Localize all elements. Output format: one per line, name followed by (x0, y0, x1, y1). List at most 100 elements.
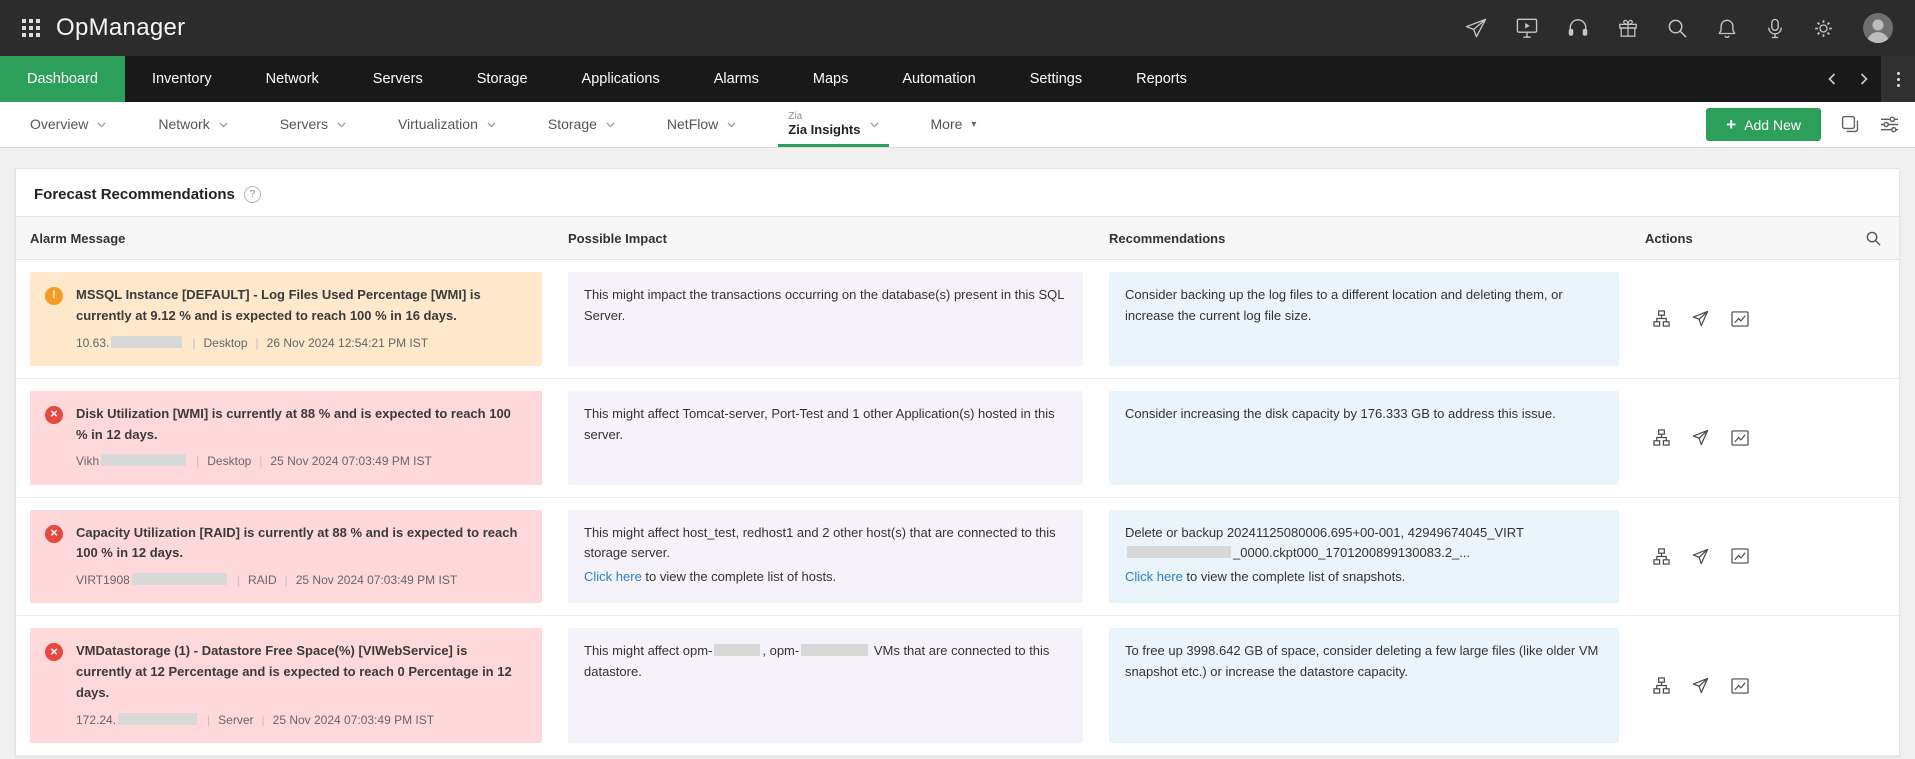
nav-item-automation[interactable]: Automation (875, 56, 1002, 102)
alarm-cell: × Disk Utilization [WMI] is currently at… (30, 391, 542, 485)
support-icon[interactable] (1567, 18, 1589, 38)
click-here-link[interactable]: Click here (584, 569, 642, 584)
nav-item-applications[interactable]: Applications (555, 56, 687, 102)
nav-item-network[interactable]: Network (239, 56, 346, 102)
alarm-meta: 172.24.|Server|25 Nov 2024 07:03:49 PM I… (76, 711, 526, 730)
nav-item-dashboard[interactable]: Dashboard (0, 56, 125, 102)
forecast-recommendations-card: Forecast Recommendations ? Alarm Message… (15, 168, 1900, 757)
subnav-item-zia-insights[interactable]: ZiaZia Insights (762, 102, 904, 147)
nav-item-reports[interactable]: Reports (1109, 56, 1214, 102)
subnav-item-storage[interactable]: Storage (522, 102, 641, 147)
click-here-link[interactable]: Click here (1125, 569, 1183, 584)
subnav-item-overview[interactable]: Overview (4, 102, 132, 147)
add-new-button[interactable]: + Add New (1706, 108, 1821, 141)
alarm-message: Capacity Utilization [RAID] is currently… (76, 523, 526, 565)
subnav-item-label: Zia Insights (788, 123, 860, 138)
topbar: OpManager (0, 0, 1915, 56)
redacted-text (101, 454, 186, 466)
recommendation-cell: Consider increasing the disk capacity by… (1109, 391, 1619, 485)
redacted-text (1127, 546, 1231, 558)
forecast-graph-icon[interactable] (1731, 430, 1749, 446)
workflow-icon[interactable] (1653, 677, 1670, 694)
subnav-item-label: Servers (280, 116, 328, 132)
subnav-item-label: NetFlow (667, 116, 718, 132)
meta-separator: | (192, 336, 195, 350)
subnav-item-servers[interactable]: Servers (254, 102, 372, 147)
subnav-item-more[interactable]: More▾ (905, 102, 1003, 147)
nav-item-maps[interactable]: Maps (786, 56, 875, 102)
forecast-graph-icon[interactable] (1731, 678, 1749, 694)
workflow-icon[interactable] (1653, 548, 1670, 565)
dashboard-settings-icon[interactable] (1880, 116, 1899, 133)
main-nav-items: DashboardInventoryNetworkServersStorageA… (0, 56, 1214, 102)
column-header-alarm-message: Alarm Message (30, 231, 542, 246)
workflow-icon[interactable] (1653, 310, 1670, 327)
redacted-text (801, 644, 868, 656)
column-header-actions: Actions (1645, 231, 1693, 246)
topbar-icons (1465, 13, 1893, 43)
impact-cell: This might affect opm-, opm- VMs that ar… (568, 628, 1083, 743)
alarm-cell: × VMDatastorage (1) - Datastore Free Spa… (30, 628, 542, 743)
meta-separator: | (196, 454, 199, 468)
training-icon[interactable] (1516, 18, 1538, 39)
table-header: Alarm Message Possible Impact Recommenda… (16, 216, 1899, 260)
chevron-down-icon (487, 122, 496, 128)
alarm-cell: ! MSSQL Instance [DEFAULT] - Log Files U… (30, 272, 542, 366)
nav-item-servers[interactable]: Servers (346, 56, 450, 102)
row-actions (1645, 391, 1885, 485)
search-icon[interactable] (1667, 18, 1688, 39)
workflow-icon[interactable] (1653, 429, 1670, 446)
nav-scroll-left-icon[interactable] (1821, 56, 1843, 102)
subnav-item-label: Overview (30, 116, 88, 132)
chevron-down-icon (606, 122, 615, 128)
severity-icon: ! (45, 287, 63, 305)
row-actions (1645, 272, 1885, 366)
app-title: OpManager (56, 14, 185, 42)
meta-separator: | (237, 573, 240, 587)
feedback-icon[interactable] (1766, 18, 1784, 39)
main-nav-controls (1821, 56, 1881, 102)
table-body: ! MSSQL Instance [DEFAULT] - Log Files U… (16, 260, 1899, 756)
column-header-possible-impact: Possible Impact (568, 231, 1083, 246)
copy-dashboard-icon[interactable] (1841, 115, 1860, 134)
settings-icon[interactable] (1813, 18, 1834, 39)
help-icon[interactable]: ? (244, 186, 261, 203)
notify-icon[interactable] (1692, 429, 1709, 446)
nav-item-alarms[interactable]: Alarms (687, 56, 786, 102)
recommendation-cell: Delete or backup 20241125080006.695+00-0… (1109, 510, 1619, 604)
user-avatar[interactable] (1863, 13, 1893, 43)
row-actions (1645, 510, 1885, 604)
subnav-item-netflow[interactable]: NetFlow (641, 102, 762, 147)
forecast-graph-icon[interactable] (1731, 548, 1749, 564)
alarm-meta: VIRT1908|RAID|25 Nov 2024 07:03:49 PM IS… (76, 571, 526, 590)
column-header-recommendations: Recommendations (1109, 231, 1619, 246)
card-header: Forecast Recommendations ? (16, 169, 1899, 216)
nav-scroll-right-icon[interactable] (1853, 56, 1875, 102)
notify-icon[interactable] (1692, 677, 1709, 694)
notify-icon[interactable] (1692, 548, 1709, 565)
nav-overflow-menu-icon[interactable] (1881, 56, 1915, 102)
getting-started-icon[interactable] (1465, 18, 1487, 38)
chevron-down-icon (219, 122, 228, 128)
notify-icon[interactable] (1692, 310, 1709, 327)
chevron-down-icon (97, 122, 106, 128)
subnav-item-virtualization[interactable]: Virtualization (372, 102, 522, 147)
forecast-graph-icon[interactable] (1731, 311, 1749, 327)
redacted-text (111, 336, 182, 348)
notifications-icon[interactable] (1717, 18, 1737, 39)
nav-item-settings[interactable]: Settings (1003, 56, 1109, 102)
alarm-meta: Vikh|Desktop|25 Nov 2024 07:03:49 PM IST (76, 452, 526, 471)
alarm-message: VMDatastorage (1) - Datastore Free Space… (76, 641, 526, 703)
subnav-item-network[interactable]: Network (132, 102, 253, 147)
nav-item-storage[interactable]: Storage (450, 56, 555, 102)
subnav-item-label: Storage (548, 116, 597, 132)
apps-grid-icon[interactable] (22, 19, 40, 37)
page-title: Forecast Recommendations (34, 186, 235, 203)
impact-cell: This might affect host_test, redhost1 an… (568, 510, 1083, 604)
alarm-message: MSSQL Instance [DEFAULT] - Log Files Use… (76, 285, 526, 327)
meta-separator: | (256, 336, 259, 350)
table-search-icon[interactable] (1866, 231, 1881, 246)
redacted-text (714, 644, 760, 656)
nav-item-inventory[interactable]: Inventory (125, 56, 239, 102)
whats-new-icon[interactable] (1618, 18, 1638, 38)
